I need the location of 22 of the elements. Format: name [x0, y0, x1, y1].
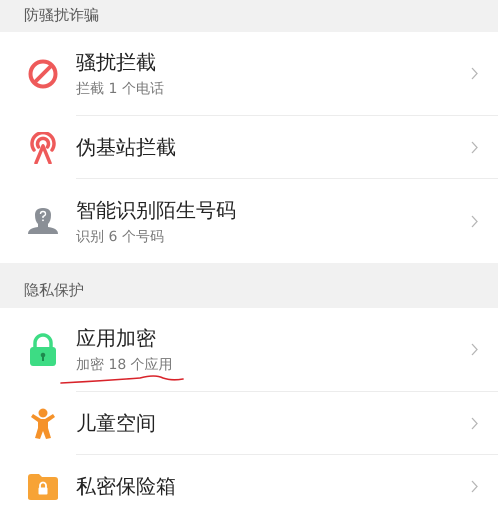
lock-icon [29, 333, 57, 367]
item-subtitle: 识别 6 个号码 [76, 228, 165, 246]
section-header: 防骚扰诈骗 [0, 0, 498, 32]
prohibited-icon [27, 58, 59, 90]
item-title: 应用加密 [76, 325, 157, 352]
item-title: 智能识别陌生号码 [76, 196, 237, 224]
chevron-right-icon[interactable] [471, 67, 478, 80]
chevron-right-icon[interactable] [471, 480, 478, 493]
chevron-right-icon[interactable] [471, 140, 478, 154]
item-subtitle: 拦截 1 个电话 [76, 80, 165, 98]
chevron-right-icon[interactable] [471, 343, 478, 356]
item-title: 伪基站拦截 [76, 134, 177, 160]
section-header: 隐私保护 [0, 263, 498, 308]
chevron-right-icon[interactable] [471, 214, 478, 228]
item-title: 骚扰拦截 [76, 49, 157, 76]
child-figure-icon [28, 408, 58, 440]
item-title: 私密保险箱 [76, 473, 177, 500]
signal-tower-icon [28, 132, 58, 164]
chevron-right-icon[interactable] [471, 416, 478, 430]
item-title: 儿童空间 [76, 410, 157, 436]
item-subtitle: 加密 18 个应用 [76, 356, 174, 374]
locked-folder-icon [27, 472, 59, 500]
